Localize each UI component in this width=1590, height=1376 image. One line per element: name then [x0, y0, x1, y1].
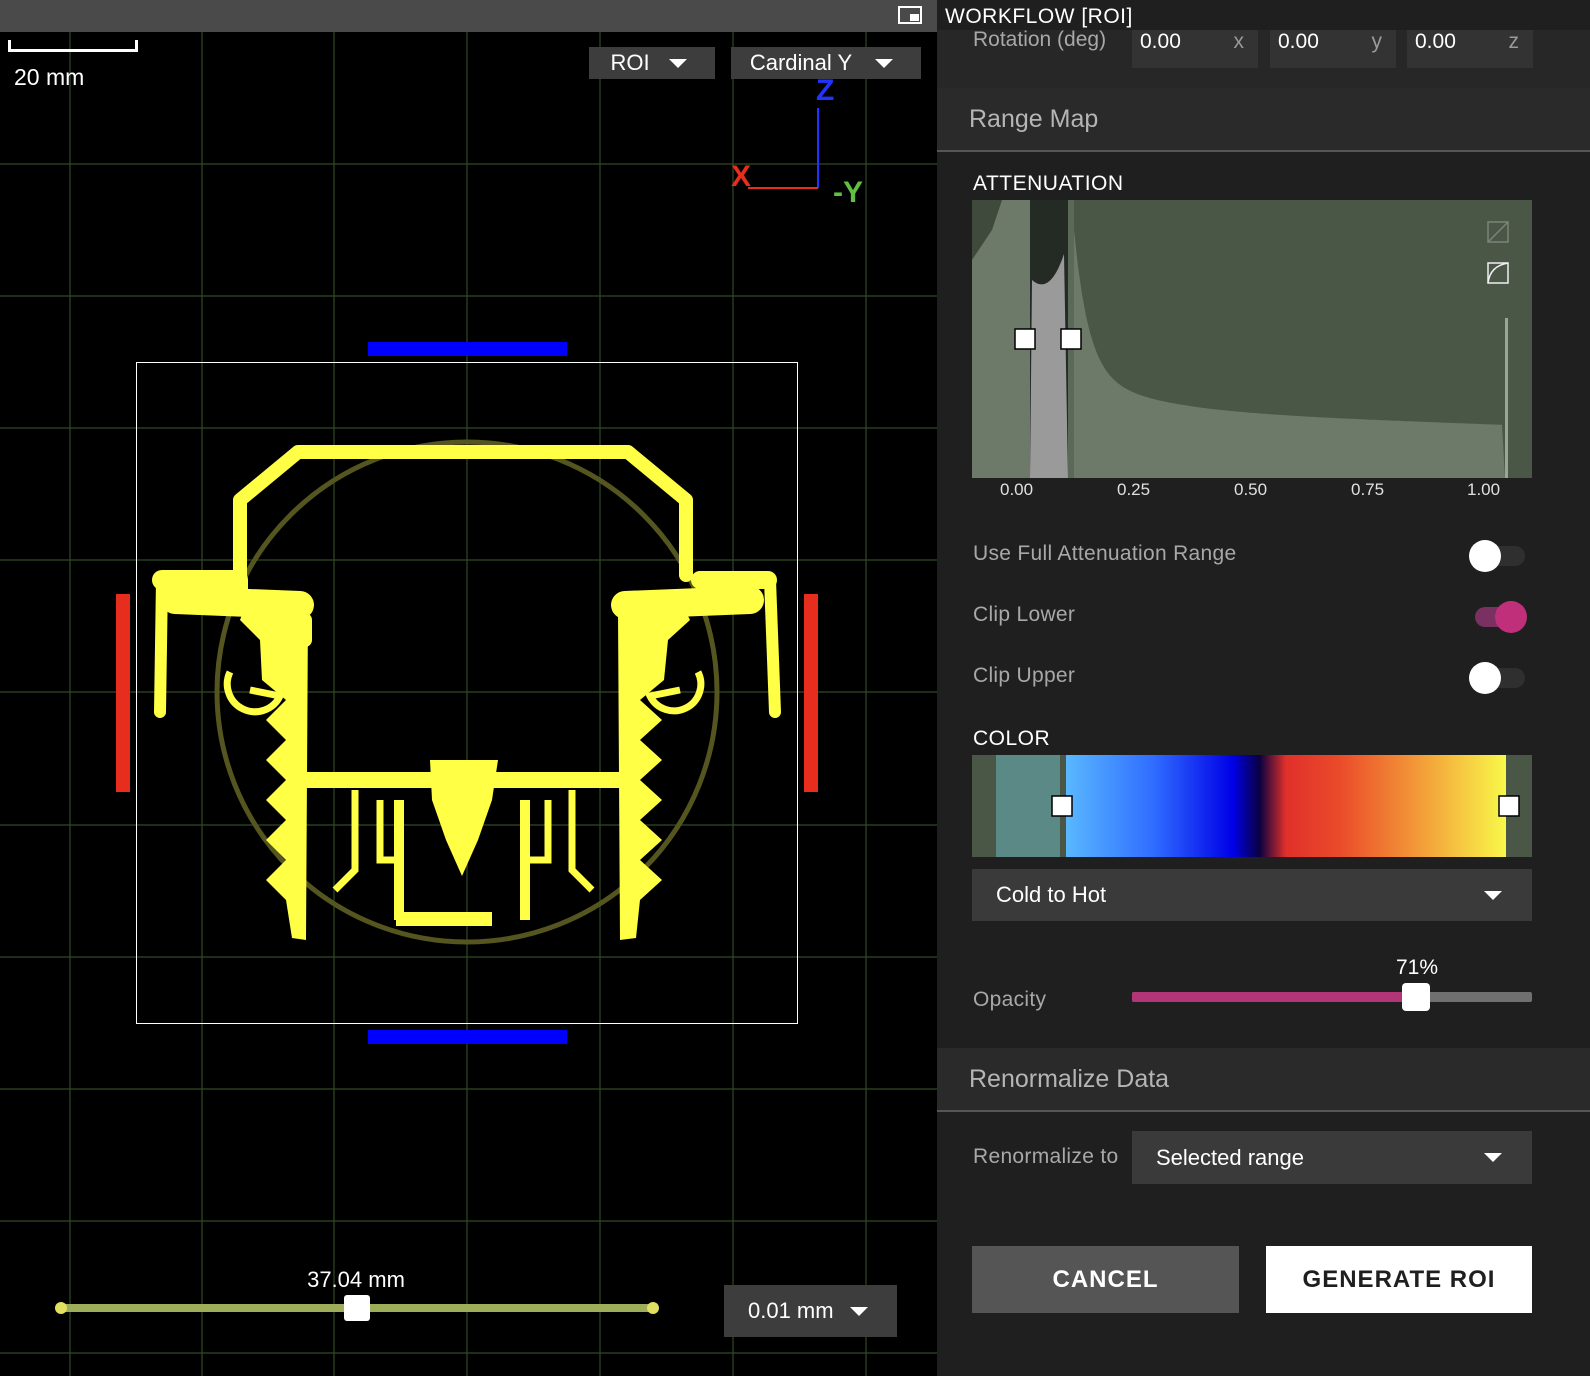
opacity-value: 71% — [1395, 956, 1439, 979]
opacity-slider[interactable] — [1132, 983, 1532, 1011]
attenuation-label: ATTENUATION — [973, 172, 1124, 195]
rotation-label: Rotation (deg) — [973, 28, 1107, 51]
color-lower-handle[interactable] — [1051, 795, 1073, 817]
colormap-bar[interactable] — [972, 755, 1532, 857]
chevron-down-icon — [850, 1307, 868, 1316]
clip-lower-toggle[interactable] — [1469, 601, 1527, 633]
toggle-label-full-range: Use Full Attenuation Range — [973, 542, 1237, 565]
rotation-y-value: 0.00 — [1278, 30, 1319, 53]
tick-3: 0.75 — [1351, 480, 1385, 499]
opacity-slider-thumb[interactable] — [1402, 983, 1430, 1011]
slice-position-label: 37.04 mm — [307, 1267, 405, 1292]
rotation-y-input[interactable]: 0.00 y — [1270, 26, 1396, 68]
renormalize-header[interactable]: Renormalize Data — [937, 1048, 1590, 1112]
slice-slider-thumb[interactable] — [344, 1295, 370, 1321]
step-size-dropdown[interactable]: 0.01 mm — [724, 1285, 897, 1337]
range-upper-handle[interactable] — [1060, 328, 1082, 350]
chevron-down-icon — [1484, 1153, 1502, 1162]
chevron-down-icon — [1484, 891, 1502, 900]
tick-0: 0.00 — [1000, 480, 1034, 499]
tick-4: 1.00 — [1467, 480, 1501, 499]
color-label: COLOR — [973, 727, 1051, 750]
renormalize-title: Renormalize Data — [969, 1065, 1170, 1093]
tick-2: 0.50 — [1234, 480, 1268, 499]
attenuation-histogram[interactable] — [972, 200, 1532, 478]
tick-1: 0.25 — [1117, 480, 1151, 499]
range-lower-handle[interactable] — [1014, 328, 1036, 350]
panel-titlebar: WORKFLOW [ROI] — [937, 0, 1590, 30]
slice-viewport[interactable]: 20 mm ROI Cardinal Y Z X -Y 37.04 mm 0.0… — [0, 0, 937, 1376]
rotation-y-unit: y — [1371, 30, 1383, 53]
range-map-title: Range Map — [969, 105, 1099, 133]
generate-roi-button[interactable]: GENERATE ROI — [1266, 1246, 1532, 1313]
renormalize-dropdown[interactable]: Selected range — [1132, 1131, 1532, 1184]
toggle-label-clip-lower: Clip Lower — [973, 603, 1076, 626]
clip-upper-toggle[interactable] — [1469, 662, 1525, 694]
workflow-panel: Rotation (deg) 0.00 x 0.00 y 0.00 z WORK… — [937, 0, 1590, 1376]
toggle-label-clip-upper: Clip Upper — [973, 664, 1076, 687]
ct-slice-image — [152, 439, 781, 945]
rotation-x-value: 0.00 — [1140, 30, 1181, 53]
rotation-z-value: 0.00 — [1415, 30, 1456, 53]
rotation-x-unit: x — [1233, 30, 1245, 53]
cancel-button[interactable]: CANCEL — [972, 1246, 1239, 1313]
opacity-label: Opacity — [973, 988, 1047, 1011]
renormalize-label: Renormalize to — [973, 1145, 1119, 1168]
opacity-slider-fill — [1132, 992, 1416, 1002]
rotation-z-input[interactable]: 0.00 z — [1407, 26, 1533, 68]
step-size-value: 0.01 mm — [748, 1298, 834, 1323]
colormap-dropdown[interactable]: Cold to Hot — [972, 869, 1532, 921]
color-upper-handle[interactable] — [1498, 795, 1520, 817]
full-range-toggle[interactable] — [1469, 540, 1525, 572]
rotation-x-input[interactable]: 0.00 x — [1132, 26, 1258, 68]
rotation-z-unit: z — [1508, 30, 1520, 53]
panel-title: WORKFLOW [ROI] — [945, 5, 1133, 28]
range-map-header[interactable]: Range Map — [937, 88, 1590, 152]
renormalize-value: Selected range — [1156, 1145, 1304, 1170]
slice-slider[interactable] — [50, 1294, 666, 1324]
colormap-value: Cold to Hot — [996, 882, 1107, 907]
